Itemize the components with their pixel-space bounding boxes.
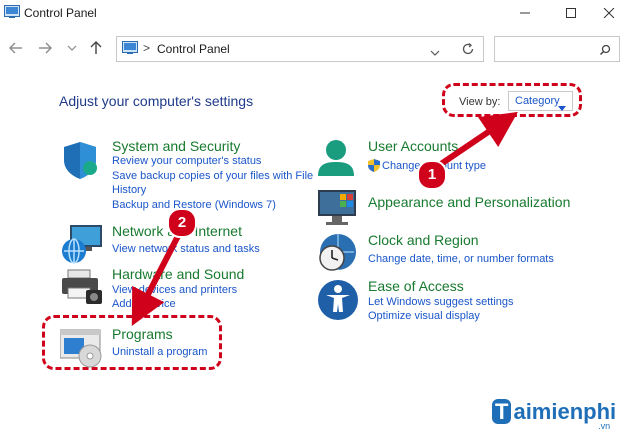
category-system-and-security: System and Security Review your computer…: [60, 138, 313, 211]
category-title[interactable]: Programs: [112, 326, 173, 342]
category-link[interactable]: Backup and Restore (Windows 7): [112, 199, 276, 211]
category-title[interactable]: User Accounts: [368, 138, 458, 154]
watermark-logo: Taimienphi.vn: [492, 399, 616, 431]
category-appearance-and-personalization: Appearance and Personalization: [316, 188, 606, 228]
breadcrumb[interactable]: Control Panel: [157, 42, 230, 56]
title-bar: Control Panel: [0, 0, 630, 26]
window-title: Control Panel: [24, 6, 97, 20]
view-by-label: View by:: [459, 96, 501, 108]
category-programs: Programs Uninstall a program: [59, 326, 220, 368]
view-by-value: Category: [515, 95, 560, 107]
category-link[interactable]: Uninstall a program: [112, 346, 207, 358]
accessibility-icon[interactable]: [316, 278, 360, 322]
category-title[interactable]: Appearance and Personalization: [368, 194, 570, 210]
user-accounts-icon[interactable]: [316, 138, 360, 182]
uac-shield-icon: [368, 159, 380, 177]
category-link[interactable]: Change date, time, or number formats: [368, 253, 554, 265]
category-clock-and-region: Clock and Region Change date, time, or n…: [316, 232, 566, 276]
watermark-initial: T: [492, 399, 512, 424]
view-by-highlight: View by: Category: [442, 83, 582, 117]
control-panel-icon: [122, 41, 138, 60]
category-title[interactable]: Clock and Region: [368, 232, 479, 248]
chevron-down-icon[interactable]: [429, 45, 441, 63]
category-ease-of-access: Ease of Access Let Windows suggest setti…: [316, 278, 566, 328]
view-by-dropdown[interactable]: Category: [508, 91, 573, 111]
shield-icon[interactable]: [60, 138, 104, 182]
step-1-badge: 1: [417, 160, 447, 190]
category-link[interactable]: Let Windows suggest settings: [368, 296, 514, 308]
category-link[interactable]: History: [112, 184, 146, 196]
category-link[interactable]: Optimize visual display: [368, 310, 480, 322]
minimize-button[interactable]: [504, 0, 546, 26]
close-button[interactable]: [588, 0, 630, 26]
control-panel-content: Adjust your computer's settings View by:…: [0, 68, 630, 439]
category-title[interactable]: System and Security: [112, 138, 240, 154]
category-link[interactable]: Review your computer's status: [112, 155, 261, 167]
category-link[interactable]: Save backup copies of your files with Fi…: [112, 170, 313, 182]
category-title[interactable]: Hardware and Sound: [112, 266, 244, 282]
back-arrow-icon[interactable]: [8, 40, 24, 56]
address-bar[interactable]: > Control Panel: [116, 36, 484, 62]
appearance-monitor-icon[interactable]: [316, 188, 360, 232]
clock-globe-icon[interactable]: [316, 232, 360, 276]
network-globe-icon[interactable]: [60, 223, 104, 267]
category-link[interactable]: Add a device: [112, 298, 176, 310]
printer-icon[interactable]: [60, 266, 104, 310]
refresh-icon[interactable]: [461, 42, 475, 61]
programs-disc-icon[interactable]: [59, 326, 104, 370]
category-hardware-and-sound: Hardware and Sound View devices and prin…: [60, 266, 310, 316]
category-link[interactable]: View devices and printers: [112, 284, 237, 296]
page-title: Adjust your computer's settings: [59, 93, 254, 109]
control-panel-icon: [4, 5, 20, 24]
forward-arrow-icon[interactable]: [37, 40, 53, 56]
breadcrumb-separator: >: [143, 41, 151, 55]
watermark-suffix: .vn: [598, 421, 611, 431]
category-link[interactable]: View network status and tasks: [112, 243, 260, 255]
category-title[interactable]: Ease of Access: [368, 278, 464, 294]
step-2-badge: 2: [167, 208, 197, 238]
caret-down-icon: [558, 99, 566, 117]
navigation-bar: > Control Panel: [0, 30, 630, 68]
search-input[interactable]: [494, 36, 620, 62]
maximize-button[interactable]: [550, 0, 592, 26]
up-arrow-icon[interactable]: [88, 40, 104, 56]
recent-locations-chevron-icon[interactable]: [64, 40, 80, 56]
search-icon: [599, 43, 611, 61]
